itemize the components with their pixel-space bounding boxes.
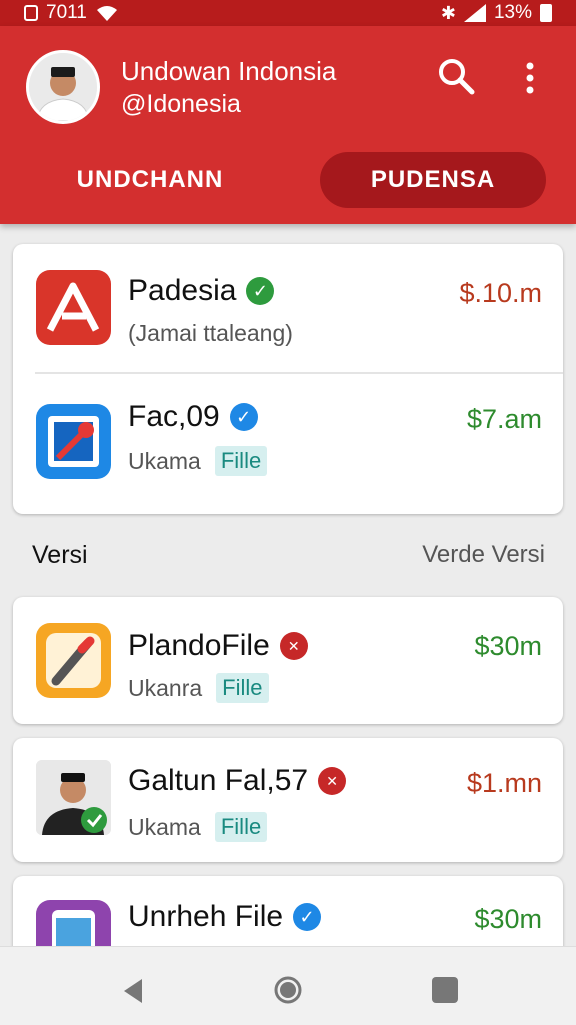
file-tag: Fille [214, 812, 268, 842]
tab-label: PUDENSA [370, 166, 496, 193]
app-subtitle: (Jamai ttaleang) [128, 320, 293, 346]
search-icon[interactable] [436, 56, 476, 96]
battery-icon [540, 4, 552, 22]
battery-percent: 13% [493, 2, 532, 23]
wifi-icon [96, 6, 117, 21]
app-price: $.10.m [459, 278, 542, 308]
recents-icon[interactable] [432, 977, 458, 1003]
app-row-padesia[interactable]: Padesia ✓ (Jamai ttaleang) $.10.m [13, 244, 563, 372]
verified-check-icon: ✓ [246, 277, 275, 305]
app-name: Padesia ✓ [128, 274, 275, 308]
tab-label: UNDCHANN [76, 166, 224, 193]
app-name: Unrheh File ✓ [128, 900, 322, 934]
app-name: Fac,09 ✓ [128, 400, 258, 434]
account-handle: @Idonesia [121, 90, 241, 118]
notification-icon [24, 5, 38, 21]
more-options-icon[interactable] [516, 58, 544, 98]
status-left-text: 7011 [46, 2, 87, 23]
person-photo-icon [36, 760, 111, 835]
verified-check-icon: ✓ [229, 403, 258, 431]
bluetooth-icon: ✱ [440, 2, 456, 23]
app-name: Galtun Fal,57 ✕ [128, 764, 347, 798]
pen-icon [36, 623, 111, 698]
app-price: $1.mn [466, 768, 542, 798]
file-tag: Fille [216, 673, 269, 703]
back-icon[interactable] [122, 977, 144, 1005]
account-name: Undowan Indonsia [121, 56, 337, 86]
app-subtitle: Ukama Fille [128, 446, 268, 476]
app-row-fac09[interactable]: Fac,09 ✓ Ukama Fille $7.am [13, 374, 563, 514]
blue-pin-icon [36, 404, 111, 479]
app-list-card: Padesia ✓ (Jamai ttaleang) $.10.m Fac,09… [13, 244, 563, 514]
section-link[interactable]: Verde Versi [422, 541, 545, 569]
status-bar: 7011 ✱ 13% [0, 0, 576, 26]
app-card-galtun[interactable]: Galtun Fal,57 ✕ Ukama Fille $1.mn [13, 738, 563, 862]
file-tag: Fille [214, 446, 268, 476]
app-price: $30m [474, 631, 542, 661]
section-title: Versi [32, 541, 88, 569]
alert-badge-icon: ✕ [279, 632, 308, 660]
tab-pudensa[interactable]: PUDENSA [320, 152, 546, 208]
tab-undchann[interactable]: UNDCHANN [20, 152, 280, 208]
app-header: Undowan Indonsia @Idonesia UNDCHANN PUDE… [0, 26, 576, 224]
system-nav-bar [0, 946, 576, 1025]
app-price: $30m [474, 904, 542, 934]
alert-badge-icon: ✕ [318, 767, 347, 795]
signal-icon [463, 4, 486, 22]
verified-check-icon: ✓ [293, 903, 322, 931]
avatar[interactable] [26, 50, 100, 124]
app-subtitle: Ukama Fille [128, 812, 268, 842]
red-a-icon [36, 270, 111, 345]
app-price: $7.am [466, 404, 542, 434]
app-card-plandofile[interactable]: PlandoFile ✕ Ukanra Fille $30m [13, 597, 563, 724]
home-icon[interactable] [273, 975, 303, 1005]
app-name: PlandoFile ✕ [128, 629, 308, 663]
app-subtitle: Ukanra Fille [128, 673, 269, 703]
